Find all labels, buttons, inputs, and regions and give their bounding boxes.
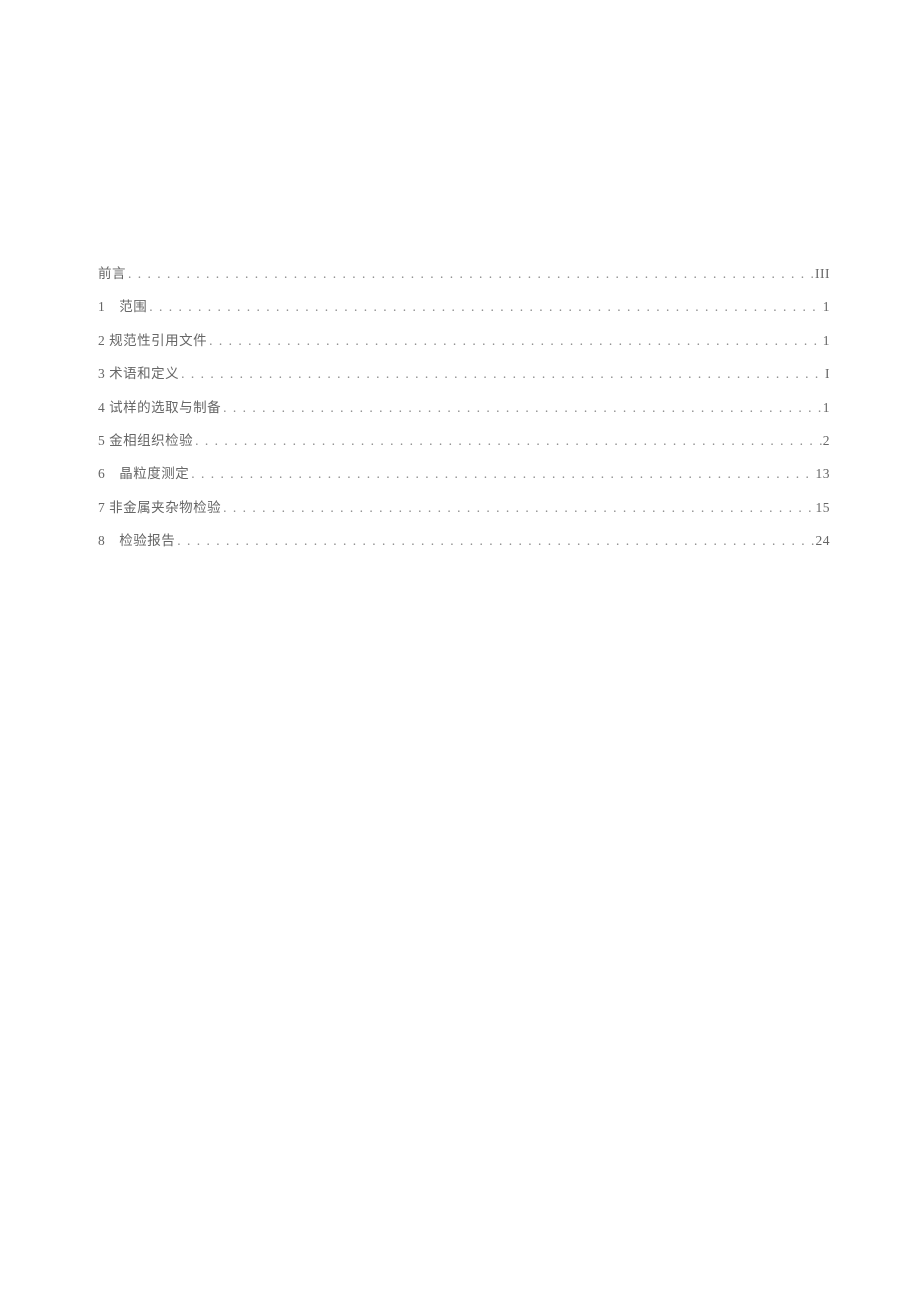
toc-page-number: 1	[823, 332, 830, 351]
toc-page-number: 2	[823, 432, 830, 451]
toc-leader-dots	[147, 298, 823, 317]
toc-entry: 2 规范性引用文件 1	[98, 332, 830, 351]
toc-label: 2 规范性引用文件	[98, 332, 207, 351]
toc-leader-dots	[207, 332, 823, 351]
toc-page-number: 13	[816, 465, 831, 484]
toc-leader-dots	[179, 365, 825, 384]
toc-entry: 7 非金属夹杂物检验 15	[98, 499, 830, 518]
toc-entry: 4 试样的选取与制备 1	[98, 399, 830, 418]
document-page: 前言 III 1 范围 1 2 规范性引用文件 1 3 术语和定义 I 4 试样…	[0, 0, 920, 551]
toc-leader-dots	[221, 399, 823, 418]
toc-label: 8 检验报告	[98, 532, 175, 551]
toc-page-number: 24	[816, 532, 831, 551]
toc-entry: 5 金相组织检验 2	[98, 432, 830, 451]
table-of-contents: 前言 III 1 范围 1 2 规范性引用文件 1 3 术语和定义 I 4 试样…	[98, 265, 830, 551]
toc-label: 3 术语和定义	[98, 365, 179, 384]
toc-label: 1 范围	[98, 298, 147, 317]
toc-page-number: 1	[823, 298, 830, 317]
toc-label: 前言	[98, 265, 126, 284]
toc-page-number: I	[825, 365, 830, 384]
toc-page-number: III	[815, 265, 830, 284]
toc-page-number: 15	[816, 499, 831, 518]
toc-leader-dots	[193, 432, 823, 451]
toc-entry: 3 术语和定义 I	[98, 365, 830, 384]
toc-entry: 8 检验报告 24	[98, 532, 830, 551]
toc-entry: 1 范围 1	[98, 298, 830, 317]
toc-label: 7 非金属夹杂物检验	[98, 499, 221, 518]
toc-page-number: 1	[823, 399, 830, 418]
toc-label: 5 金相组织检验	[98, 432, 193, 451]
toc-leader-dots	[221, 499, 815, 518]
toc-entry: 前言 III	[98, 265, 830, 284]
toc-label: 4 试样的选取与制备	[98, 399, 221, 418]
toc-leader-dots	[175, 532, 815, 551]
toc-leader-dots	[189, 465, 815, 484]
toc-entry: 6 晶粒度测定 13	[98, 465, 830, 484]
toc-label: 6 晶粒度测定	[98, 465, 189, 484]
toc-leader-dots	[126, 265, 815, 284]
